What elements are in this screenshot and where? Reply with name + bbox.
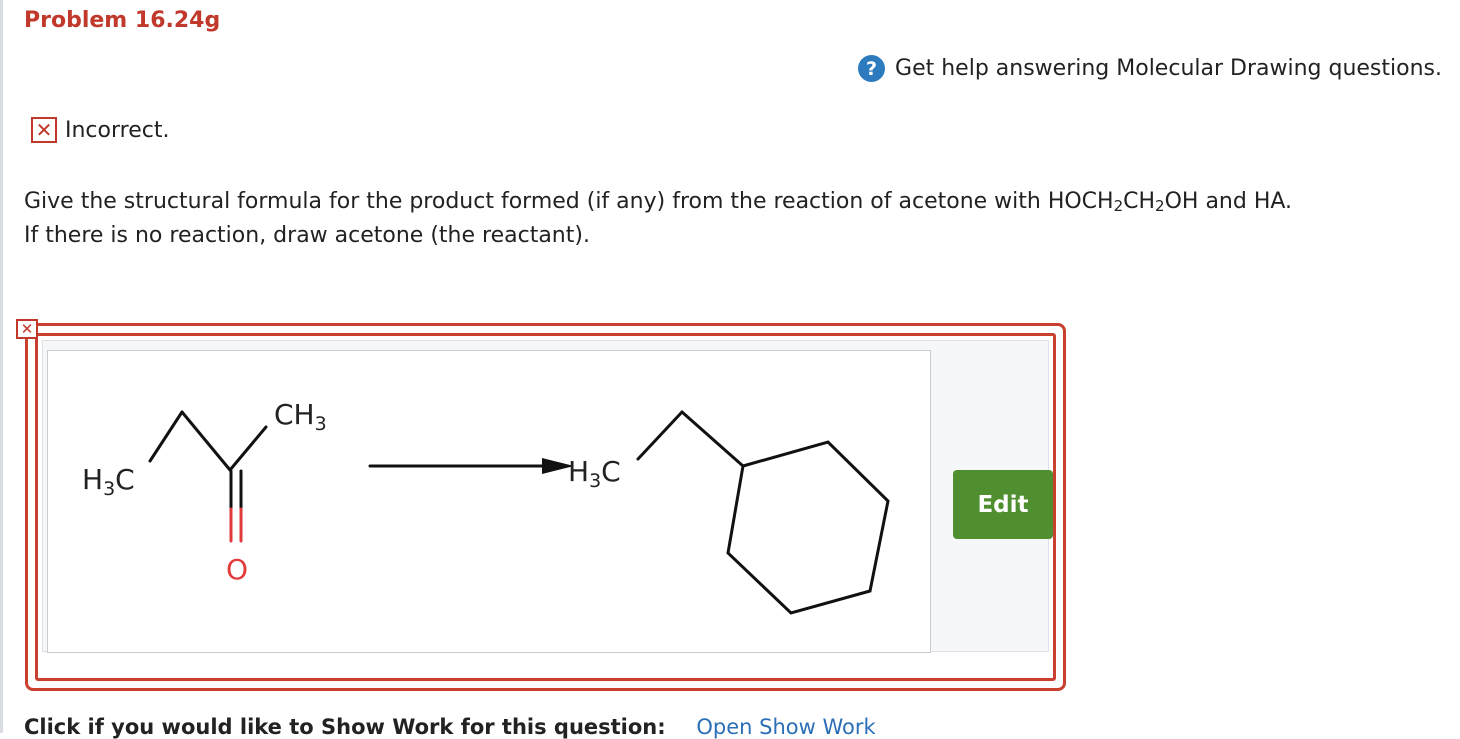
reactant-h3c-label: H3C (82, 463, 135, 500)
answer-box: CH3 H3C O H3C Edit (25, 323, 1066, 691)
question-sub-2: 2 (1155, 197, 1165, 215)
question-line-2: If there is no reaction, draw acetone (t… (24, 223, 590, 248)
question-part-1: Give the structural formula for the prod… (24, 189, 1114, 214)
answer-incorrect-marker-icon: ✕ (16, 319, 38, 339)
reactant-oxygen-label: O (226, 553, 248, 586)
cyclohexane-ring (726, 440, 890, 615)
question-text: Give the structural formula for the prod… (24, 185, 1444, 253)
question-line-1: Give the structural formula for the prod… (24, 185, 1444, 219)
question-part-3: OH and HA. (1164, 189, 1293, 214)
molecule-drawing-canvas[interactable]: CH3 H3C O H3C (47, 350, 931, 653)
bond-line (148, 410, 184, 463)
question-part-2: CH (1123, 189, 1156, 214)
reactant-ch3-label: CH3 (274, 398, 327, 435)
bond-line (228, 425, 268, 472)
bond-line (680, 410, 745, 468)
status-text: Incorrect. (65, 117, 170, 143)
open-show-work-link[interactable]: Open Show Work (696, 715, 875, 739)
left-rule (0, 0, 3, 733)
problem-title: Problem 16.24g (24, 8, 221, 33)
molecule-drawing: CH3 H3C O H3C (82, 398, 890, 615)
help-link-text[interactable]: Get help answering Molecular Drawing que… (895, 56, 1442, 81)
incorrect-x-icon: ✕ (31, 117, 57, 143)
edit-button[interactable]: Edit (953, 470, 1053, 539)
answer-box-inner: CH3 H3C O H3C Edit (35, 333, 1056, 681)
answer-panel: CH3 H3C O H3C Edit (42, 340, 1053, 653)
product-h3c-label: H3C (568, 455, 621, 492)
status-row: ✕ Incorrect. (31, 117, 169, 143)
show-work-row: Click if you would like to Show Work for… (24, 715, 876, 739)
question-circle-icon: ? (858, 55, 886, 82)
help-link[interactable]: ? Get help answering Molecular Drawing q… (858, 55, 1442, 82)
bond-line (636, 410, 684, 461)
bond-line (180, 410, 232, 472)
question-sub-1: 2 (1113, 197, 1124, 215)
show-work-label: Click if you would like to Show Work for… (24, 715, 666, 739)
